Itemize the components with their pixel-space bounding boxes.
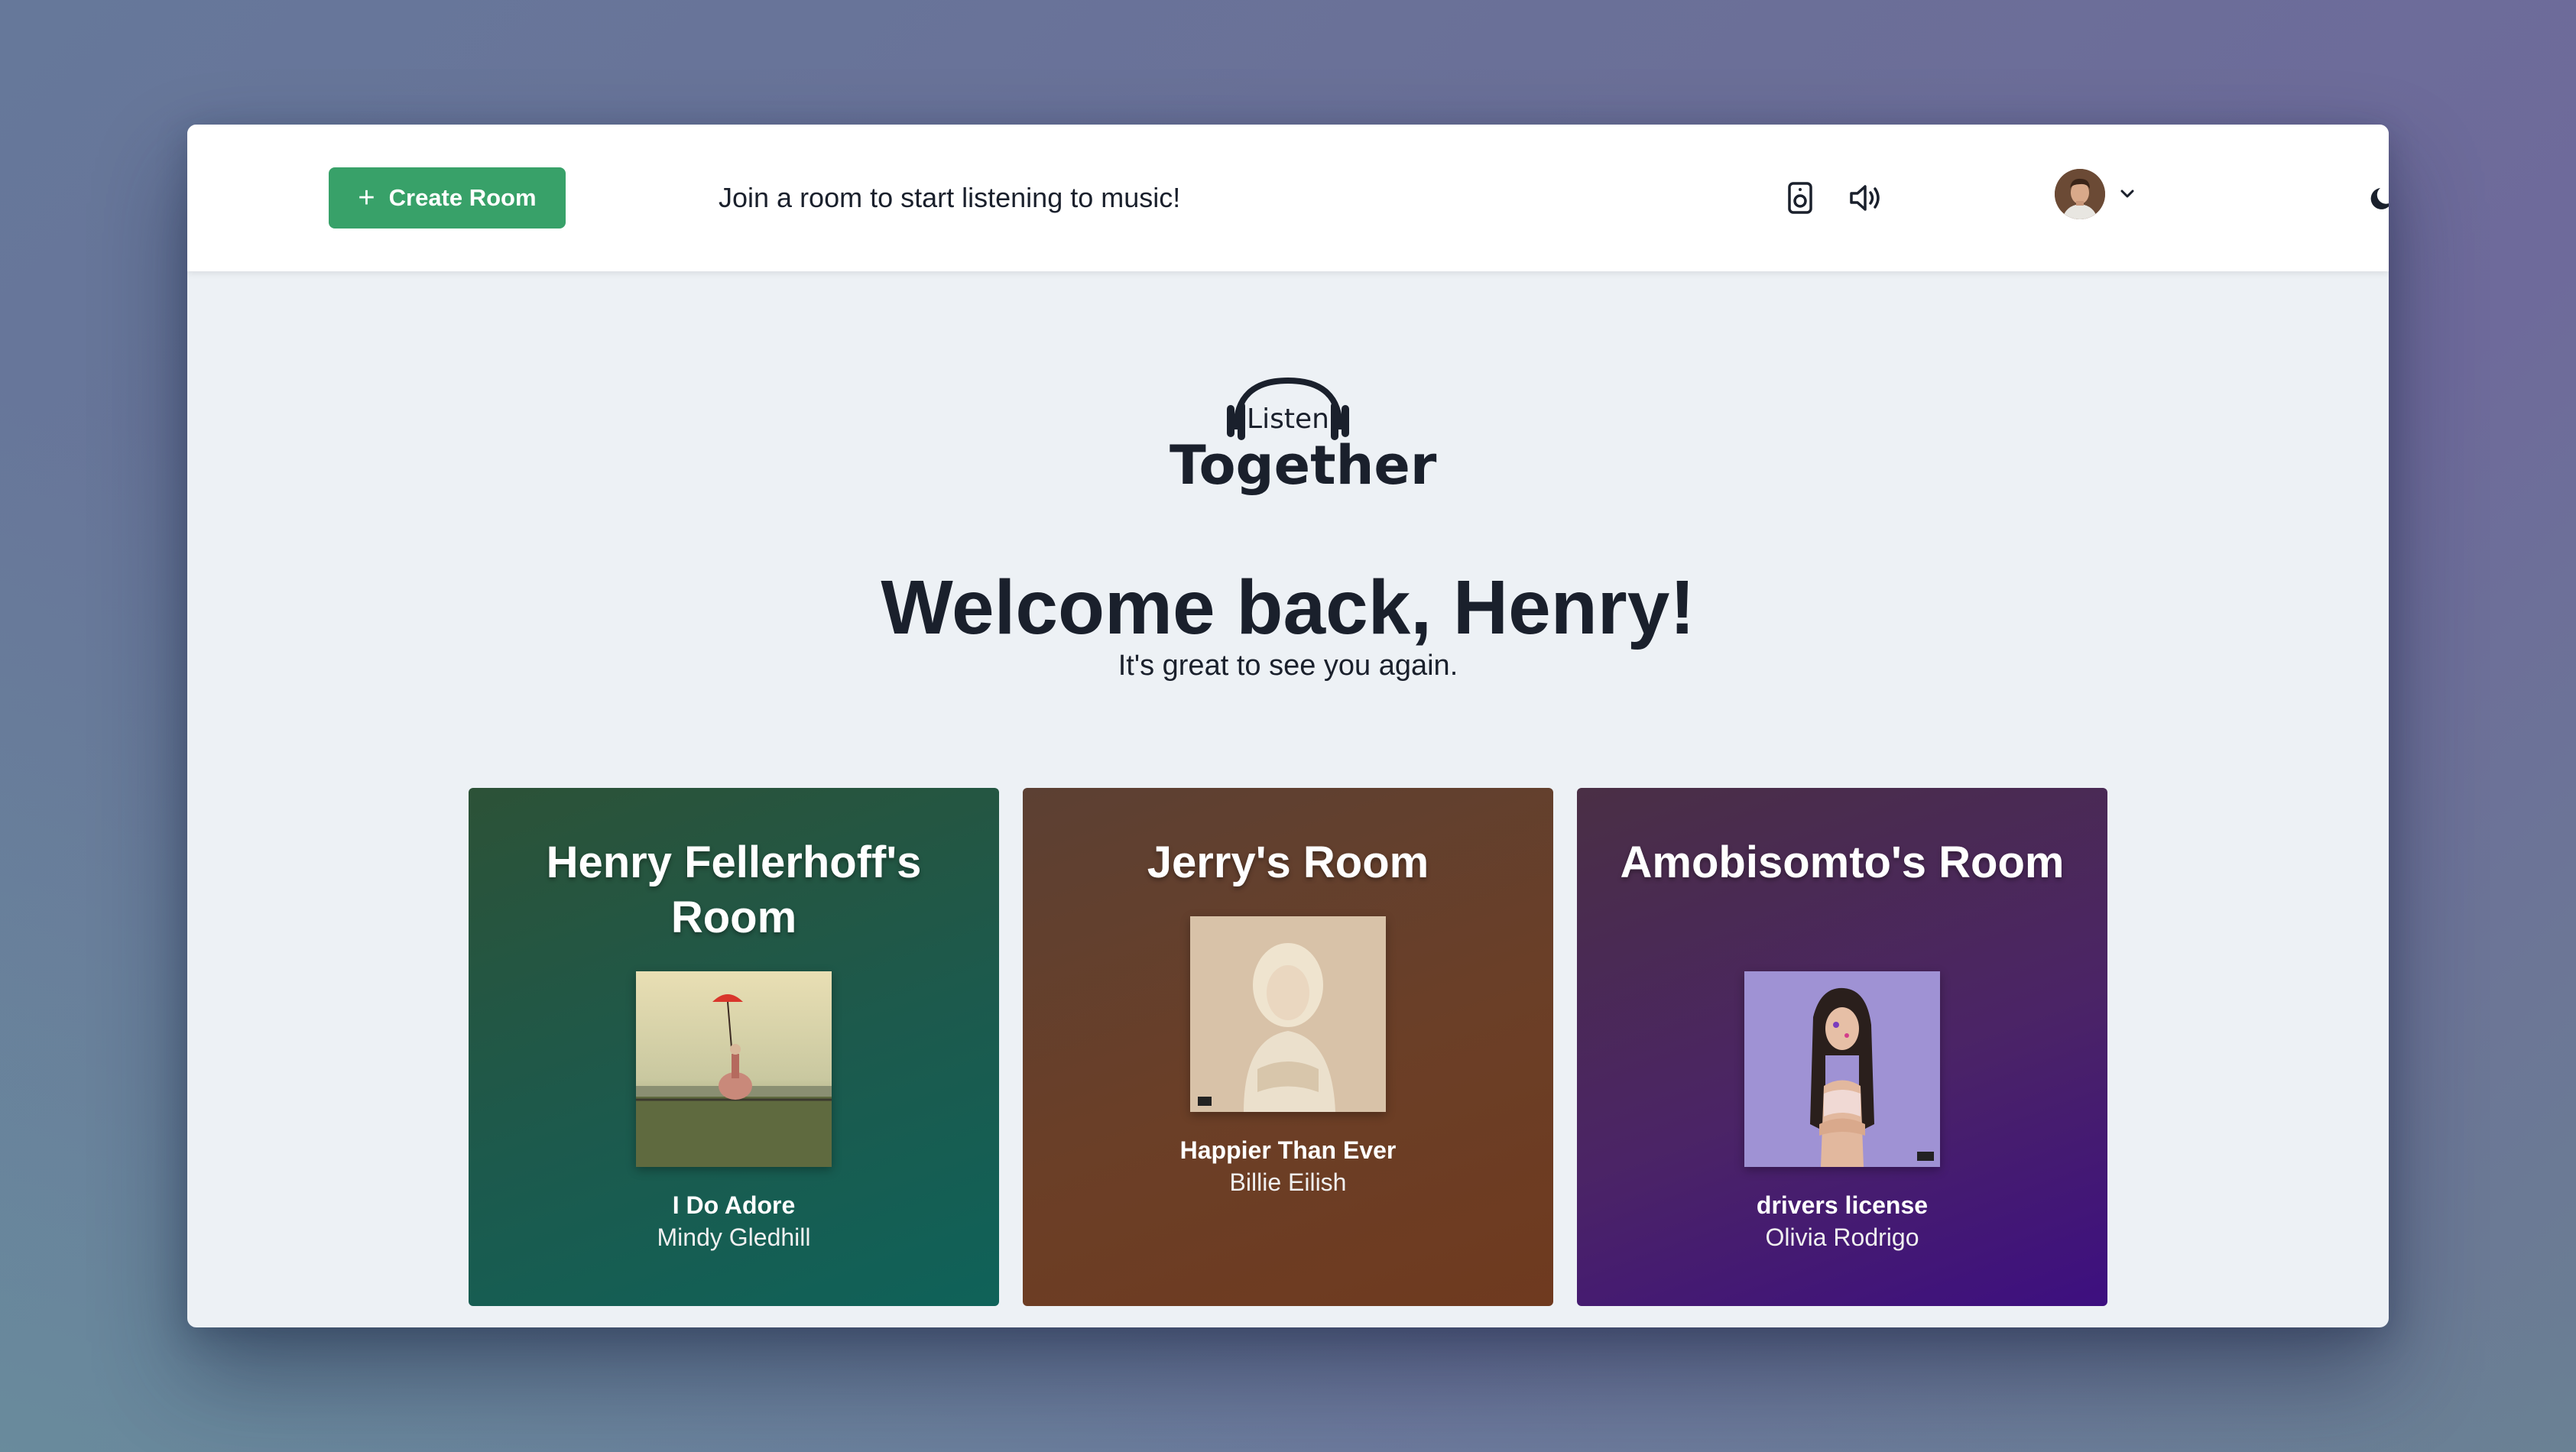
top-navbar: + Create Room Join a room to start liste…	[187, 125, 2389, 271]
create-room-button[interactable]: + Create Room	[329, 167, 566, 228]
artist-name: Mindy Gledhill	[657, 1224, 811, 1251]
song-title: I Do Adore	[672, 1191, 796, 1219]
plus-icon: +	[358, 182, 375, 214]
song-title: drivers license	[1756, 1191, 1929, 1219]
album-cover	[1190, 916, 1386, 1112]
artist-name: Billie Eilish	[1229, 1168, 1347, 1196]
chevron-down-icon[interactable]	[2116, 183, 2139, 206]
join-room-message: Join a room to start listening to music!	[719, 182, 1181, 213]
room-card[interactable]: Jerry's Room Happier Than Ever Billie Ei…	[1023, 788, 1553, 1306]
dark-mode-toggle[interactable]	[2363, 178, 2389, 218]
speaker-button[interactable]	[1780, 178, 1820, 218]
album-cover	[636, 971, 832, 1167]
room-card[interactable]: Amobisomto's Room drivers license Olivia…	[1577, 788, 2107, 1306]
room-name: Jerry's Room	[1147, 838, 1429, 887]
moon-icon	[2370, 188, 2389, 209]
create-room-label: Create Room	[388, 184, 537, 211]
user-avatar[interactable]	[2055, 169, 2105, 219]
album-cover	[1744, 971, 1940, 1167]
room-name: Henry Fellerhoff's Room	[546, 838, 922, 942]
room-name: Amobisomto's Room	[1620, 838, 2065, 887]
speaker-icon	[1788, 182, 1812, 214]
volume-button[interactable]	[1846, 178, 1886, 218]
artist-name: Olivia Rodrigo	[1765, 1224, 1919, 1251]
room-card[interactable]: Henry Fellerhoff's Room I Do Adore Mindy…	[469, 788, 999, 1306]
volume-icon	[1850, 185, 1880, 211]
song-title: Happier Than Ever	[1179, 1136, 1397, 1164]
